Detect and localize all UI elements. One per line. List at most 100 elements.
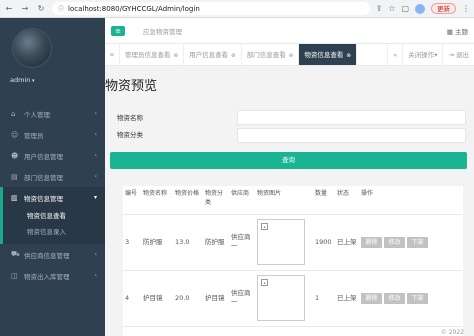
supplies-table-card: 编号 物资名称 物资价格 物资分类 供应商 物资图片 数量 状态 操作 3 防护…: [123, 186, 463, 336]
sidebar-item-stock[interactable]: ◫ 物资出入库管理 ‹: [0, 265, 105, 286]
column-header: 物资分类: [203, 186, 229, 215]
name-input[interactable]: [237, 110, 466, 125]
profile-avatar-icon[interactable]: [415, 3, 425, 14]
edit-button[interactable]: 修改: [384, 292, 405, 304]
more-menu-icon[interactable]: ⋮: [462, 4, 470, 13]
cell-status: 已上架: [335, 270, 359, 327]
name-label: 物资名称: [117, 114, 143, 122]
cell-image: ▴: [255, 214, 313, 271]
broken-image-icon: ▴: [261, 223, 268, 230]
profile-section: admin ▾: [0, 18, 105, 103]
cell-name: 防护服: [141, 214, 173, 271]
column-header: 操作: [359, 186, 463, 215]
cell-price: 13.0: [173, 214, 203, 271]
truck-icon: ⛟: [11, 250, 20, 258]
submenu-supplies: 物资信息查看 物资信息录入: [0, 208, 105, 244]
url-text: localhost:8080/GYHCCGL/Admin/login: [68, 4, 200, 13]
category-input[interactable]: [237, 128, 466, 143]
supply-image: ▴: [257, 275, 305, 321]
column-header: 数量: [313, 186, 335, 215]
broken-image-icon: ▴: [261, 279, 268, 286]
tab-supplies-view[interactable]: 物资信息查看 ⊗: [299, 44, 357, 65]
book-icon: ▥: [11, 193, 18, 202]
chevron-left-icon: ‹: [94, 251, 97, 258]
update-button[interactable]: 更新: [431, 3, 456, 14]
close-icon[interactable]: ⊗: [174, 53, 179, 59]
chevron-down-icon: ▾: [93, 194, 97, 201]
close-icon[interactable]: ⊗: [231, 53, 236, 59]
column-header: 物资图片: [255, 186, 313, 215]
user-menu[interactable]: admin ▾: [10, 76, 95, 84]
offshelf-button[interactable]: 下架: [407, 292, 428, 304]
cell-id: 4: [123, 270, 141, 327]
back-icon[interactable]: ←: [4, 4, 14, 14]
sidebar: admin ▾ ⌂ 个人管理 ‹ ☺ 管理员 ‹ ☻ 用户信息管理 ‹ ▤ 部门…: [0, 18, 105, 336]
column-header: 供应商: [229, 186, 255, 215]
caret-down-icon: ▾: [434, 51, 438, 59]
cell-image: ▴: [255, 270, 313, 327]
cell-supplier: 供应商一: [229, 270, 255, 327]
table-header-row: 编号 物资名称 物资价格 物资分类 供应商 物资图片 数量 状态 操作: [123, 186, 463, 215]
delete-button[interactable]: 删除: [361, 292, 382, 304]
caret-down-icon: ▾: [30, 78, 35, 84]
footer-copyright: © 2022: [440, 329, 464, 336]
tab-department-view[interactable]: 部门信息查看 ⊗: [242, 44, 300, 65]
users-icon: ☻: [11, 151, 19, 160]
query-button[interactable]: 查询: [110, 152, 467, 169]
cell-supplier: 供应商一: [229, 214, 255, 271]
document-icon: ▤: [11, 172, 18, 181]
page-title: 物资预览: [105, 79, 158, 94]
chevron-left-icon: ‹: [94, 173, 97, 180]
address-bar[interactable]: ⓘ localhost:8080/GYHCCGL/Admin/login: [52, 2, 370, 15]
theme-button[interactable]: ▦ 主题: [447, 26, 468, 36]
cell-status: 已上架: [335, 214, 359, 271]
category-label: 物资分类: [117, 131, 143, 139]
sidebar-item-supplies[interactable]: ▥ 物资信息管理 ▾: [0, 187, 105, 208]
close-operations-dropdown[interactable]: 关闭操作▾: [402, 44, 442, 65]
submenu-item-entry[interactable]: 物资信息录入: [3, 224, 105, 240]
supplies-table: 编号 物资名称 物资价格 物资分类 供应商 物资图片 数量 状态 操作 3 防护…: [123, 186, 463, 327]
sidebar-item-admin[interactable]: ☺ 管理员 ‹: [0, 124, 105, 145]
supply-image: ▴: [257, 219, 305, 265]
page-tabs: « 管理员信息查看 ⊗ 用户信息查看 ⊗ 部门信息查看 ⊗ 物资信息查看 ⊗ » 关闭操…: [105, 44, 474, 66]
tabs-scroll-right-icon[interactable]: »: [387, 44, 402, 65]
system-title: 应急物资管理: [143, 27, 182, 36]
tab-admin-view[interactable]: 管理员信息查看 ⊗: [120, 44, 185, 65]
hamburger-icon: ≡: [115, 26, 121, 35]
table-row: 3 防护服 13.0 防护服 供应商一 ▴ 1900 已上架 删除 修改 下架: [123, 214, 463, 271]
close-icon[interactable]: ⊗: [346, 53, 351, 59]
column-header: 物资价格: [173, 186, 203, 215]
offshelf-button[interactable]: 下架: [407, 236, 428, 248]
chevron-left-icon: ‹: [94, 110, 97, 117]
avatar: [12, 28, 52, 68]
column-header: 物资名称: [141, 186, 173, 215]
menu-toggle-button[interactable]: ≡: [111, 25, 125, 36]
browser-toolbar: ← → ↻ ⓘ localhost:8080/GYHCCGL/Admin/log…: [0, 0, 474, 18]
chevron-left-icon: ‹: [94, 272, 97, 279]
main-content: 物资预览 物资名称 物资分类 查询 编号 物资名称 物资价格 物资分类 供应商 …: [105, 66, 474, 336]
reload-icon[interactable]: ↻: [36, 4, 46, 14]
sidebar-item-suppliers[interactable]: ⛟ 供应商信息管理 ‹: [0, 244, 105, 265]
chevron-left-icon: ‹: [94, 152, 97, 159]
sidebar-item-users[interactable]: ☻ 用户信息管理 ‹: [0, 145, 105, 166]
exit-button[interactable]: ⇥ 退出: [442, 44, 474, 65]
tab-user-view[interactable]: 用户信息查看 ⊗: [184, 44, 242, 65]
column-header: 状态: [335, 186, 359, 215]
close-icon[interactable]: ⊗: [289, 53, 294, 59]
submenu-item-view[interactable]: 物资信息查看: [3, 208, 105, 224]
table-row: 4 护目镜 20.0 护目镜 供应商一 ▴ 1 已上架 删除 修改 下架: [123, 270, 463, 327]
sidepanel-icon[interactable]: ▢: [401, 4, 409, 13]
forward-icon[interactable]: →: [20, 4, 30, 14]
sidebar-item-personal[interactable]: ⌂ 个人管理 ‹: [0, 103, 105, 124]
delete-button[interactable]: 删除: [361, 236, 382, 248]
sidebar-item-departments[interactable]: ▤ 部门信息管理 ‹: [0, 166, 105, 187]
info-icon[interactable]: ⓘ: [58, 4, 64, 13]
star-icon[interactable]: ☆: [388, 4, 395, 13]
cell-category: 护目镜: [203, 270, 229, 327]
share-icon[interactable]: ⇪: [376, 4, 383, 13]
cell-id: 3: [123, 214, 141, 271]
cell-name: 护目镜: [141, 270, 173, 327]
edit-button[interactable]: 修改: [384, 236, 405, 248]
user-name: admin: [10, 76, 31, 84]
tabs-scroll-left-icon[interactable]: «: [105, 44, 120, 65]
